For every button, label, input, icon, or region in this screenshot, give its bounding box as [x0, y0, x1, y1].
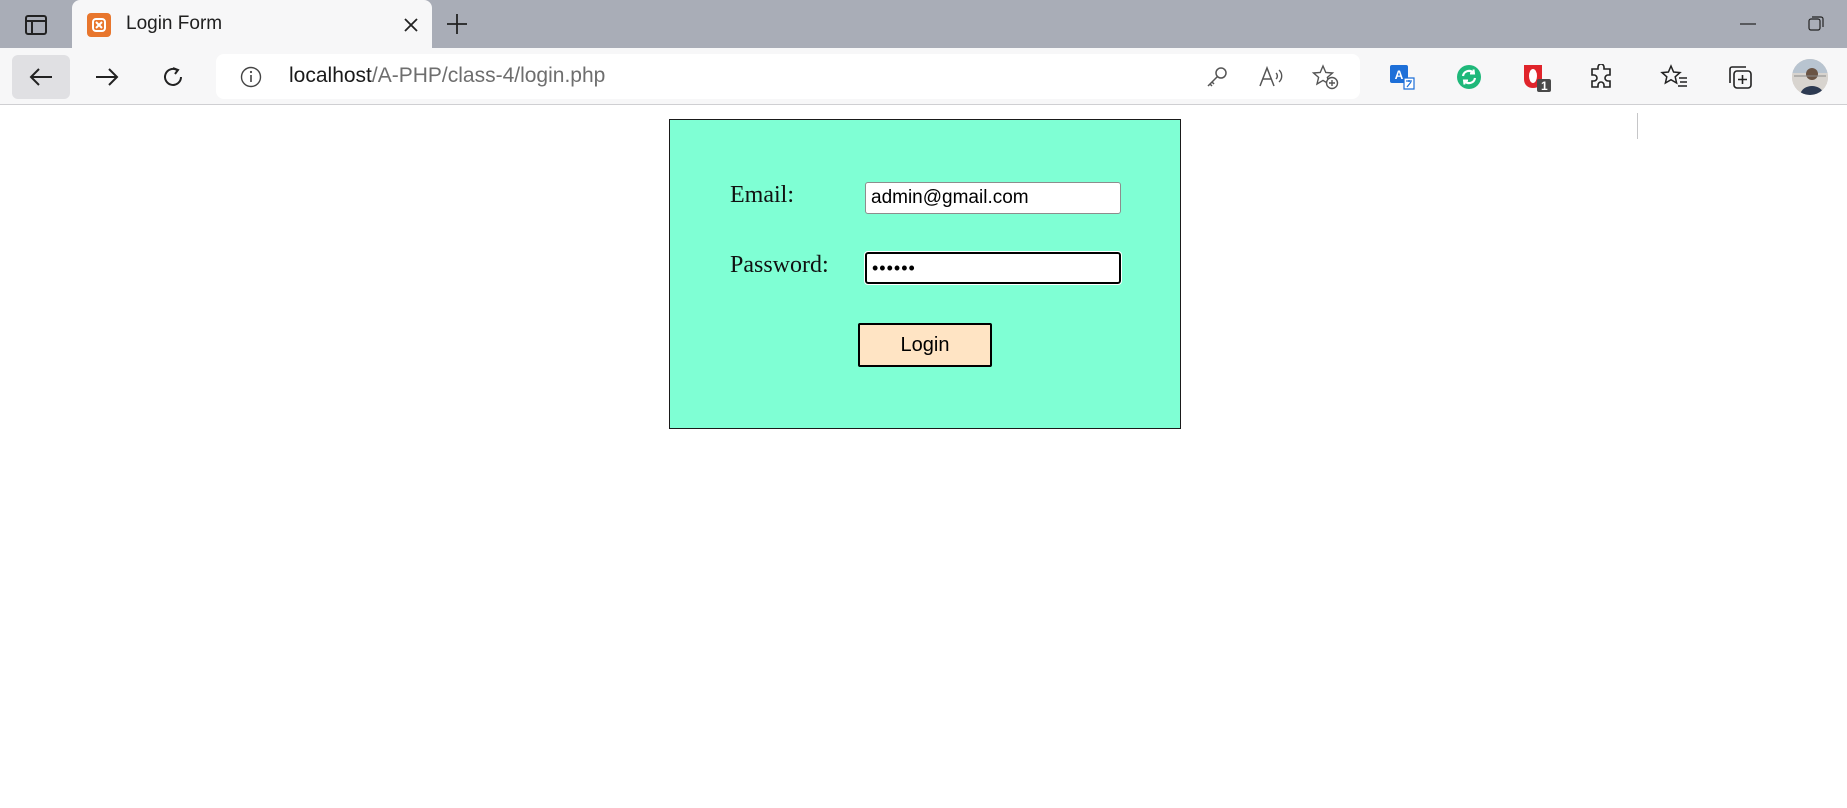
forward-arrow-icon[interactable] — [78, 55, 136, 99]
xampp-favicon-icon — [87, 13, 111, 37]
info-icon[interactable] — [238, 64, 264, 90]
active-tab[interactable]: Login Form — [72, 0, 432, 48]
password-field[interactable] — [864, 251, 1122, 285]
key-icon[interactable] — [1202, 63, 1232, 91]
star-plus-icon[interactable] — [1310, 63, 1340, 91]
minimize-icon[interactable] — [1724, 6, 1772, 42]
collections-icon[interactable] — [1723, 60, 1757, 94]
login-button[interactable]: Login — [858, 323, 992, 367]
green-sync-extension-icon[interactable] — [1452, 60, 1486, 94]
login-form-panel: Email: Password: Login — [669, 119, 1181, 429]
reload-icon[interactable] — [144, 55, 202, 99]
favorites-icon[interactable] — [1657, 60, 1691, 94]
email-field[interactable] — [865, 182, 1121, 214]
toolbar-divider — [1637, 113, 1638, 139]
plus-icon[interactable] — [441, 8, 473, 40]
browser-toolbar: localhost/A-PHP/class-4/login.php — [0, 48, 1847, 139]
tab-strip: Login Form — [0, 0, 1847, 48]
url-path: /A-PHP/class-4/login.php — [371, 64, 606, 87]
translate-icon[interactable]: A — [1385, 60, 1419, 94]
read-aloud-icon[interactable] — [1256, 63, 1286, 91]
url-text[interactable]: localhost/A-PHP/class-4/login.php — [289, 64, 605, 88]
puzzle-icon[interactable] — [1585, 60, 1619, 94]
avatar[interactable] — [1792, 59, 1828, 95]
opera-extension-icon[interactable]: 1 — [1519, 60, 1553, 94]
tab-title: Login Form — [126, 13, 223, 34]
email-label: Email: — [730, 182, 794, 208]
password-label: Password: — [730, 252, 829, 278]
restore-icon[interactable] — [1792, 6, 1840, 42]
back-arrow-icon[interactable] — [12, 55, 70, 99]
url-host: localhost — [289, 64, 372, 87]
extension-badge: 1 — [1541, 79, 1548, 93]
address-bar[interactable]: localhost/A-PHP/class-4/login.php — [216, 54, 1360, 99]
close-icon[interactable] — [398, 12, 424, 38]
tab-actions-icon[interactable] — [14, 11, 58, 39]
svg-text:A: A — [1395, 68, 1404, 82]
